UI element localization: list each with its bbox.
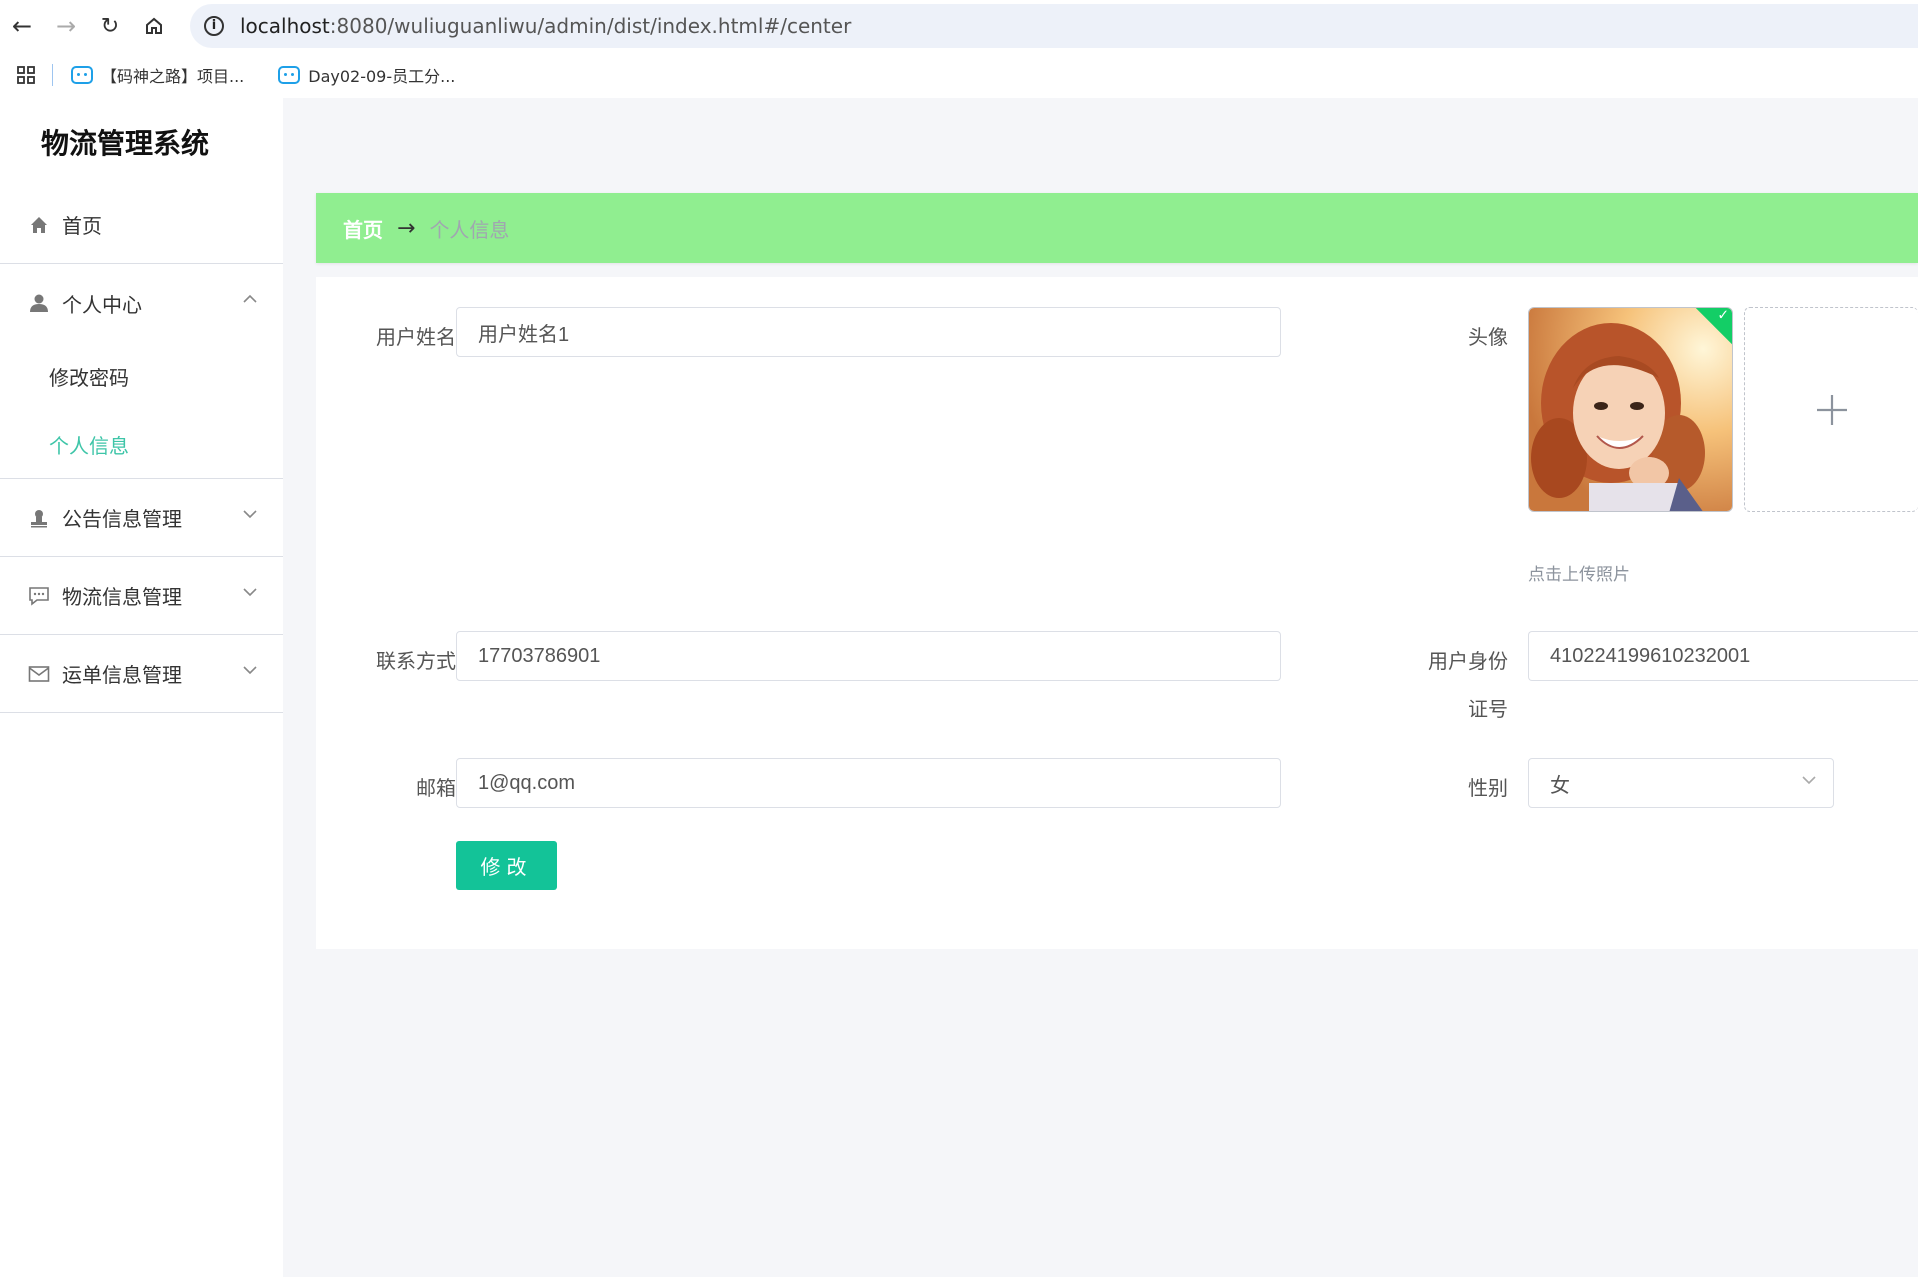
id-number-label: 用户身份 — [1428, 649, 1508, 673]
browser-toolbar: ← → ↻ i localhost:8080/wuliuguanliwu/adm… — [0, 0, 1918, 52]
sidebar-item-personal-info[interactable]: 个人信息 — [0, 410, 283, 478]
sidebar-item-label: 首页 — [62, 214, 102, 238]
email-input[interactable]: 1@qq.com — [456, 758, 1281, 808]
sidebar-item-logistics[interactable]: 物流信息管理 — [0, 557, 283, 635]
bookmark-item[interactable]: Day02-09-员工分... — [278, 63, 455, 87]
id-number-input[interactable]: 410224199610232001 — [1528, 631, 1918, 681]
avatar-photo — [1529, 308, 1732, 511]
breadcrumb: 首页 → 个人信息 — [316, 193, 1918, 263]
bilibili-icon — [71, 66, 93, 84]
breadcrumb-home[interactable]: 首页 — [343, 214, 383, 243]
bookmark-separator — [52, 64, 53, 86]
app-title: 物流管理系统 — [41, 127, 210, 160]
email-label: 邮箱 — [416, 776, 456, 800]
sidebar: 物流管理系统 首页 个人中心 修改密码 个人信息 公告信息管理 物流信息管理 运… — [0, 98, 283, 1277]
username-label: 用户姓名 — [376, 325, 456, 349]
stamp-icon — [28, 507, 50, 529]
username-input[interactable]: 用户姓名1 — [456, 307, 1281, 357]
site-info-icon[interactable]: i — [204, 16, 224, 36]
sidebar-item-announcement[interactable]: 公告信息管理 — [0, 479, 283, 557]
profile-form: 用户姓名 用户姓名1 头像 ✓ 点击上传照片 联系方式 17703786901 … — [316, 277, 1918, 949]
sidebar-item-label: 公告信息管理 — [62, 507, 182, 531]
forward-icon[interactable]: → — [44, 4, 88, 48]
bookmark-item[interactable]: 【码神之路】项目... — [71, 63, 244, 87]
chevron-down-icon — [243, 507, 257, 523]
chevron-down-icon — [1801, 773, 1817, 789]
back-icon[interactable]: ← — [0, 4, 44, 48]
id-number-label-line2: 证号 — [1468, 697, 1508, 721]
arrow-right-icon: → — [397, 215, 416, 241]
sidebar-item-label: 个人中心 — [62, 292, 142, 317]
upload-button[interactable] — [1744, 307, 1918, 512]
user-icon — [28, 292, 50, 314]
chevron-down-icon — [243, 663, 257, 679]
plus-icon — [1816, 394, 1847, 425]
submit-button[interactable]: 修改 — [456, 841, 557, 890]
upload-tip: 点击上传照片 — [1528, 565, 1630, 585]
url-path: :8080/wuliuguanliwu/admin/dist/index.htm… — [329, 14, 852, 38]
gender-label: 性别 — [1468, 776, 1508, 800]
sidebar-item-waybill[interactable]: 运单信息管理 — [0, 635, 283, 713]
mail-icon — [28, 663, 50, 685]
contact-input[interactable]: 17703786901 — [456, 631, 1281, 681]
message-icon — [28, 585, 50, 607]
chevron-up-icon — [243, 292, 257, 308]
breadcrumb-current: 个人信息 — [429, 217, 510, 242]
gender-select[interactable]: 女 — [1528, 758, 1834, 808]
sidebar-item-home[interactable]: 首页 — [0, 186, 283, 264]
chevron-down-icon — [243, 585, 257, 601]
avatar[interactable]: ✓ — [1528, 307, 1733, 512]
bookmarks-bar: 【码神之路】项目... Day02-09-员工分... — [0, 52, 1918, 98]
sidebar-item-label: 物流信息管理 — [62, 585, 182, 609]
url-host: localhost — [240, 14, 330, 38]
sidebar-item-label: 运单信息管理 — [62, 663, 182, 687]
bookmark-label: 【码神之路】项目... — [101, 67, 245, 86]
home-icon[interactable] — [132, 4, 176, 48]
address-bar[interactable]: i localhost:8080/wuliuguanliwu/admin/dis… — [190, 4, 1918, 48]
apps-grid-icon[interactable] — [0, 66, 52, 84]
sidebar-group-personal: 个人中心 修改密码 个人信息 — [0, 264, 283, 479]
bookmark-label: Day02-09-员工分... — [308, 67, 456, 86]
avatar-label: 头像 — [1468, 325, 1508, 349]
gender-selected-value: 女 — [1550, 772, 1570, 797]
bilibili-icon — [278, 66, 301, 84]
sidebar-item-change-password[interactable]: 修改密码 — [0, 342, 283, 410]
reload-icon[interactable]: ↻ — [88, 4, 132, 48]
check-icon: ✓ — [1717, 307, 1730, 324]
sidebar-item-personal-center[interactable]: 个人中心 — [0, 264, 283, 342]
contact-label: 联系方式 — [376, 649, 456, 673]
home-icon — [28, 214, 50, 236]
